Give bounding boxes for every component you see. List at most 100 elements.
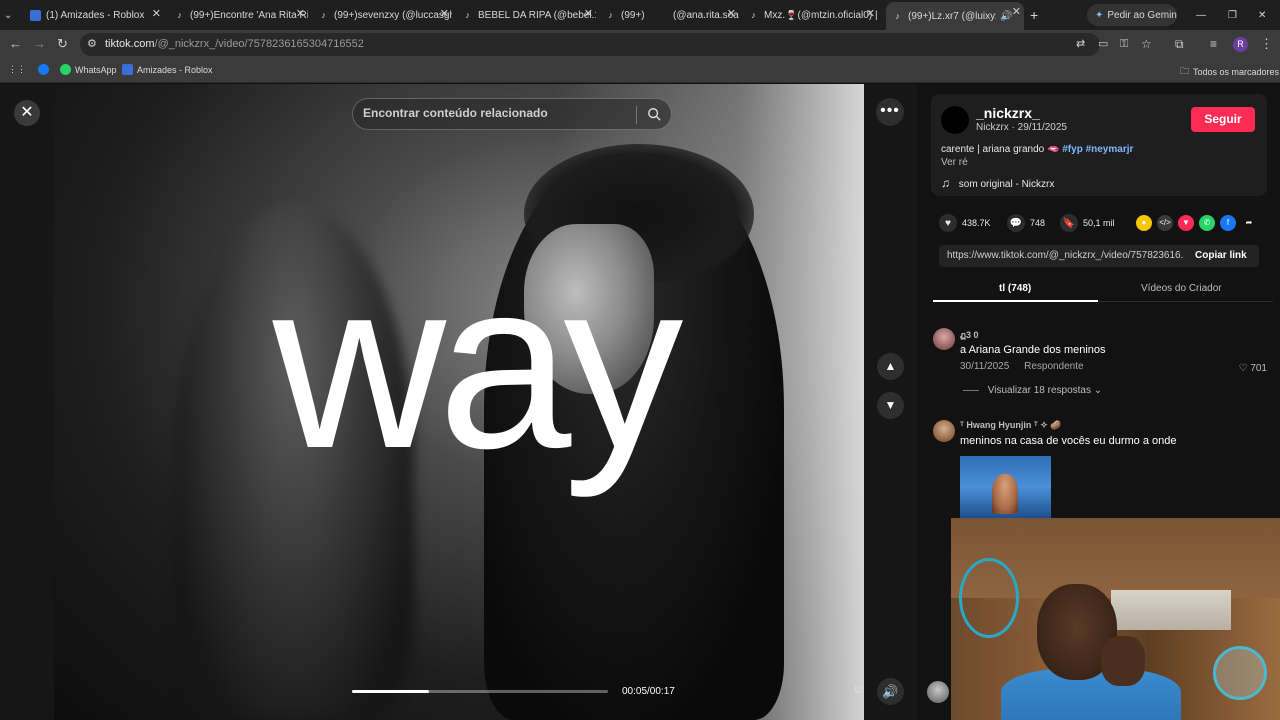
progress-bar[interactable] bbox=[352, 690, 608, 693]
bookmark-icon: 🔖 bbox=[1060, 214, 1078, 232]
heart-icon: ♥ bbox=[939, 214, 957, 232]
profile-avatar[interactable]: R bbox=[1233, 37, 1248, 52]
gemini-icon: ✦ bbox=[1095, 9, 1104, 21]
like-stat[interactable]: ♥ 438.7K bbox=[939, 214, 991, 232]
extensions-icon[interactable]: ⧉ bbox=[1175, 37, 1184, 51]
close-video-button[interactable]: ✕ bbox=[14, 100, 40, 126]
comment-stat[interactable]: 💬 748 bbox=[1007, 214, 1045, 232]
view-replies[interactable]: Visualizar 18 respostas ⌄ bbox=[963, 385, 1102, 396]
apps-icon[interactable]: ⋮⋮ bbox=[8, 64, 26, 75]
follow-button[interactable]: Seguir bbox=[1191, 107, 1255, 132]
tiktok-icon: ♪ bbox=[177, 9, 182, 20]
tiktok-icon: ♪ bbox=[465, 9, 470, 20]
related-search-input[interactable] bbox=[363, 106, 633, 120]
browser-tab[interactable]: ♪ (99+)Encontre 'Ana Rita Ri ✕ bbox=[174, 4, 308, 26]
creator-card: _nickzrx_ Nickzrx · 29/11/2025 Seguir ca… bbox=[931, 94, 1267, 196]
more-options-button[interactable]: ••• bbox=[876, 98, 904, 126]
webcam-fan-2 bbox=[1213, 646, 1267, 700]
commenter-name[interactable]: ฏ3 0 bbox=[960, 328, 979, 342]
tab-creator-videos[interactable]: Vídeos do Criador bbox=[1141, 283, 1222, 294]
tab-comments[interactable]: tl (748) bbox=[999, 283, 1031, 294]
send-icon[interactable]: ▼ bbox=[1178, 215, 1194, 231]
browser-tab[interactable]: ♪ (99+)sevenzxy (@luccasgh ✕ bbox=[318, 4, 452, 26]
translate-icon[interactable]: ⇄ bbox=[1076, 37, 1085, 51]
close-tab-icon[interactable]: ✕ bbox=[584, 7, 593, 20]
restore-button[interactable]: ❐ bbox=[1228, 4, 1240, 26]
close-tab-icon[interactable]: ✕ bbox=[296, 7, 305, 20]
coin-share-icon[interactable]: ● bbox=[1136, 215, 1152, 231]
hashtag[interactable]: #fyp bbox=[1062, 144, 1083, 155]
next-video-button[interactable]: ▼ bbox=[877, 392, 904, 419]
close-tab-icon[interactable]: ✕ bbox=[727, 7, 736, 20]
address-bar[interactable]: ⚙ tiktok.com/@_nickzrx_/video/7578236165… bbox=[80, 33, 1100, 56]
user-avatar[interactable] bbox=[927, 681, 949, 703]
minimize-button[interactable]: — bbox=[1196, 4, 1208, 26]
facebook-icon bbox=[38, 64, 49, 75]
commenter-name[interactable]: ᵀ Hwang Hyunjin ᵀ ✧ 🥔 bbox=[960, 420, 1062, 431]
related-search[interactable] bbox=[352, 98, 672, 130]
comment-meta: 30/11/2025 Respondente bbox=[960, 361, 1096, 372]
forward-icon[interactable]: → bbox=[33, 37, 46, 51]
tab-strip: ⌄ (1) Amizades - Roblox ✕ ♪ (99+)Encontr… bbox=[0, 0, 1280, 30]
heart-outline-icon: ♡ bbox=[1238, 363, 1248, 374]
new-tab-button[interactable]: + bbox=[1030, 4, 1046, 26]
creator-avatar[interactable] bbox=[941, 106, 969, 134]
bookmark-whatsapp[interactable]: WhatsApp bbox=[60, 64, 117, 75]
bookmarks-bar: ⋮⋮ WhatsApp Amizades - Roblox 🗀 Todos os … bbox=[0, 59, 1280, 83]
commenter-avatar[interactable] bbox=[933, 328, 955, 350]
embed-icon[interactable]: </> bbox=[1157, 215, 1173, 231]
browser-tab[interactable]: ♪ Mxz.🍷(@mtzin.oficial0) | ✕ bbox=[748, 4, 878, 26]
reply-button[interactable]: Respondente bbox=[1024, 361, 1084, 372]
site-info-icon[interactable]: ⚙ bbox=[87, 37, 97, 51]
browser-tab-active[interactable]: ♪ (99+)Lz.xr7 (@luixyz_n 🔊 ✕ bbox=[886, 2, 1024, 30]
browser-tab[interactable]: ♪ BEBEL DA RIPA (@bebel.16 ✕ bbox=[462, 4, 596, 26]
close-tab-icon[interactable]: ✕ bbox=[1012, 5, 1021, 18]
browser-tab[interactable]: (1) Amizades - Roblox ✕ bbox=[30, 4, 164, 26]
volume-button[interactable]: 🔊 bbox=[877, 678, 904, 705]
tab-search-button[interactable]: ⌄ bbox=[4, 4, 24, 26]
video-player[interactable]: way 00:05/00:17 bbox=[54, 84, 864, 720]
gemini-button[interactable]: ✦ Pedir ao Gemini bbox=[1087, 4, 1177, 26]
creator-subline: Nickzrx · 29/11/2025 bbox=[976, 122, 1067, 133]
comment-image[interactable] bbox=[960, 456, 1051, 518]
active-tab-indicator bbox=[933, 300, 1098, 302]
reload-icon[interactable]: ↻ bbox=[57, 37, 68, 51]
comment-like[interactable]: ♡ 701 bbox=[1239, 363, 1267, 374]
cast-icon[interactable]: ▭ bbox=[1098, 37, 1108, 51]
commenter-avatar[interactable] bbox=[933, 420, 955, 442]
close-window-button[interactable]: ✕ bbox=[1258, 4, 1270, 26]
close-tab-icon[interactable]: ✕ bbox=[152, 7, 161, 20]
close-tab-icon[interactable]: ✕ bbox=[866, 7, 875, 20]
volume-icon: 🔊 bbox=[882, 684, 899, 699]
roblox-icon bbox=[122, 64, 133, 75]
all-bookmarks[interactable]: 🗀 Todos os marcadores bbox=[1180, 64, 1279, 80]
search-icon[interactable] bbox=[647, 107, 661, 121]
facebook-share-icon[interactable]: f bbox=[1220, 215, 1236, 231]
comment-icon: 💬 bbox=[1007, 214, 1025, 232]
bookmark-facebook[interactable] bbox=[38, 64, 53, 75]
progress-fill bbox=[352, 690, 429, 693]
url-text[interactable]: tiktok.com/@_nickzrx_/video/757823616530… bbox=[105, 38, 364, 50]
browser-tab[interactable]: ♪ (99+) (@ana.rita.soare ✕ bbox=[605, 4, 739, 26]
sound-link[interactable]: ♫ som original - Nickzrx bbox=[941, 176, 1054, 190]
webcam-fan bbox=[959, 558, 1019, 638]
creator-username[interactable]: _nickzrx_ bbox=[976, 105, 1040, 121]
see-more-link[interactable]: Ver ré bbox=[941, 157, 968, 168]
bookmark-star-icon[interactable]: ☆ bbox=[1141, 37, 1152, 51]
back-icon[interactable]: ← bbox=[9, 37, 22, 51]
bookmark-roblox[interactable]: Amizades - Roblox bbox=[122, 64, 213, 75]
whatsapp-share-icon[interactable]: ✆ bbox=[1199, 215, 1215, 231]
speaker-icon[interactable]: 🔊 bbox=[1000, 11, 1012, 22]
video-link[interactable]: https://www.tiktok.com/@_nickzrx_/video/… bbox=[947, 250, 1183, 261]
menu-icon[interactable]: ⋮ bbox=[1260, 37, 1273, 51]
picture-in-picture-button[interactable]: ⧉ bbox=[850, 682, 868, 700]
save-stat[interactable]: 🔖 50,1 mil bbox=[1060, 214, 1115, 232]
reading-list-icon[interactable]: ≡ bbox=[1210, 37, 1217, 51]
close-tab-icon[interactable]: ✕ bbox=[440, 7, 449, 20]
copy-link-button[interactable]: Copiar link bbox=[1195, 250, 1247, 261]
previous-video-button[interactable]: ▲ bbox=[877, 353, 904, 380]
hashtag[interactable]: #neymarjr bbox=[1086, 144, 1134, 155]
webcam-shelf bbox=[1111, 590, 1231, 630]
password-icon[interactable]: ⚿ bbox=[1120, 37, 1128, 51]
share-arrow-icon[interactable]: ➦ bbox=[1241, 215, 1257, 231]
